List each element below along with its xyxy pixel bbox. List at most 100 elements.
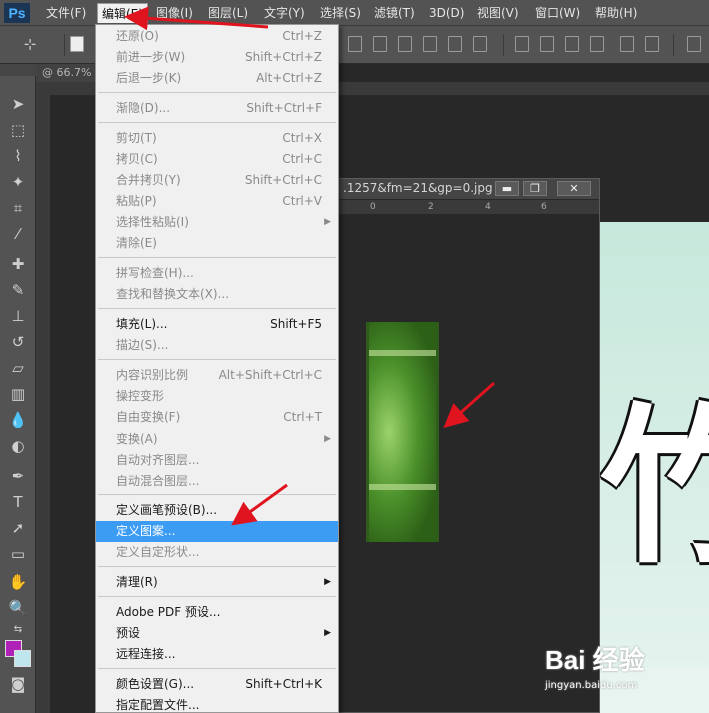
menu-item-auto-blend-layers[interactable]: 自动混合图层...: [96, 471, 338, 492]
shape-tool-icon[interactable]: ▭: [8, 544, 28, 564]
menu-item-define-pattern[interactable]: 定义图案...: [96, 521, 338, 542]
healing-brush-tool-icon[interactable]: ✚: [8, 254, 28, 274]
menu-item-free-transform[interactable]: 自由变换(F) Ctrl+T: [96, 407, 338, 428]
zoom-tool-icon[interactable]: 🔍: [8, 598, 28, 618]
dodge-tool-icon[interactable]: ◐: [8, 436, 28, 456]
menu-item-adobe-pdf-presets[interactable]: Adobe PDF 预设...: [96, 602, 338, 623]
menu-item-spell-check[interactable]: 拼写检查(H)...: [96, 263, 338, 284]
eyedropper-tool-icon[interactable]: ⁄: [8, 224, 28, 244]
menu-item-stroke[interactable]: 描边(S)...: [96, 335, 338, 356]
menu-item-presets[interactable]: 预设 ▶: [96, 623, 338, 644]
menu-item-shortcut: Shift+F5: [270, 317, 322, 331]
auto-select-checkbox[interactable]: [70, 36, 84, 52]
eraser-tool-icon[interactable]: ▱: [8, 358, 28, 378]
lasso-tool-icon[interactable]: ⌇: [8, 146, 28, 166]
menu-item-transform[interactable]: 变换(A) ▶: [96, 429, 338, 450]
menu-item-shortcut: Ctrl+T: [283, 410, 322, 424]
menu-3d[interactable]: 3D(D): [425, 3, 468, 23]
menu-item-fill[interactable]: 填充(L)... Shift+F5: [96, 314, 338, 335]
distribute-right-icon[interactable]: [645, 36, 659, 52]
menu-item-auto-align-layers[interactable]: 自动对齐图层...: [96, 450, 338, 471]
bamboo-image[interactable]: [366, 322, 439, 542]
menu-item-undo[interactable]: 还原(O) Ctrl+Z: [96, 26, 338, 47]
move-tool-preset-icon[interactable]: ⊹: [20, 34, 40, 54]
menu-item-shortcut: Ctrl+Z: [282, 29, 322, 43]
menu-item-clear[interactable]: 清除(E): [96, 233, 338, 254]
floating-document-window[interactable]: .1257&fm=21&gp=0.jpg ▬ ❐ ✕ 0 2 4 6: [338, 178, 600, 713]
menu-image[interactable]: 图像(I): [152, 3, 197, 23]
pen-tool-icon[interactable]: ✒: [8, 466, 28, 486]
menu-type[interactable]: 文字(Y): [260, 3, 309, 23]
distribute-hcenter-icon[interactable]: [620, 36, 634, 52]
align-vcenter-icon[interactable]: [373, 36, 387, 52]
menu-item-step-backward[interactable]: 后退一步(K) Alt+Ctrl+Z: [96, 68, 338, 89]
minimize-button[interactable]: ▬: [495, 181, 519, 196]
menu-item-copy-merged[interactable]: 合并拷贝(Y) Shift+Ctrl+C: [96, 170, 338, 191]
menu-item-assign-profile[interactable]: 指定配置文件...: [96, 695, 338, 713]
distribute-top-icon[interactable]: [515, 36, 529, 52]
panel-grip[interactable]: [0, 64, 36, 76]
quick-mask-icon[interactable]: ◙: [8, 674, 28, 694]
menu-item-label: 还原(O): [116, 29, 159, 43]
menu-help[interactable]: 帮助(H): [591, 3, 641, 23]
menu-item-define-custom-shape[interactable]: 定义自定形状...: [96, 542, 338, 563]
restore-button[interactable]: ❐: [523, 181, 547, 196]
menu-item-label: 拷贝(C): [116, 152, 158, 166]
ruler-tick: 2: [428, 202, 434, 212]
blur-tool-icon[interactable]: 💧: [8, 410, 28, 430]
hand-tool-icon[interactable]: ✋: [8, 572, 28, 592]
distribute-left-icon[interactable]: [590, 36, 604, 52]
auto-align-icon[interactable]: [687, 36, 701, 52]
bamboo-character-artwork: 竹: [600, 392, 709, 582]
align-hcenter-icon[interactable]: [448, 36, 462, 52]
menu-item-define-brush-preset[interactable]: 定义画笔预设(B)...: [96, 500, 338, 521]
menu-item-label: 渐隐(D)...: [116, 101, 171, 115]
crop-tool-icon[interactable]: ⌗: [8, 198, 28, 218]
menu-item-purge[interactable]: 清理(R) ▶: [96, 572, 338, 593]
submenu-arrow-icon: ▶: [324, 434, 331, 444]
menu-select[interactable]: 选择(S): [316, 3, 365, 23]
menu-file[interactable]: 文件(F): [42, 3, 90, 23]
menu-layer[interactable]: 图层(L): [204, 3, 252, 23]
menu-filter[interactable]: 滤镜(T): [370, 3, 419, 23]
history-brush-tool-icon[interactable]: ↺: [8, 332, 28, 352]
distribute-vcenter-icon[interactable]: [540, 36, 554, 52]
menu-item-fade[interactable]: 渐隐(D)... Shift+Ctrl+F: [96, 98, 338, 119]
document-tab[interactable]: @ 66.7%: [36, 64, 96, 82]
document-title-bar[interactable]: .1257&fm=21&gp=0.jpg ▬ ❐ ✕: [339, 179, 599, 199]
menu-item-step-forward[interactable]: 前进一步(W) Shift+Ctrl+Z: [96, 47, 338, 68]
menu-item-find-replace[interactable]: 查找和替换文本(X)...: [96, 284, 338, 305]
background-color-swatch[interactable]: [14, 650, 31, 667]
type-tool-icon[interactable]: T: [8, 492, 28, 512]
menu-item-label: 远程连接...: [116, 647, 176, 661]
marquee-tool-icon[interactable]: ⬚: [8, 120, 28, 140]
swap-colors-icon[interactable]: ⇆: [8, 620, 28, 640]
gradient-tool-icon[interactable]: ▥: [8, 384, 28, 404]
menu-window[interactable]: 窗口(W): [531, 3, 584, 23]
align-top-icon[interactable]: [348, 36, 362, 52]
menu-item-color-settings[interactable]: 颜色设置(G)... Shift+Ctrl+K: [96, 674, 338, 695]
menu-edit[interactable]: 编辑(E): [97, 3, 148, 23]
menu-item-puppet-warp[interactable]: 操控变形: [96, 386, 338, 407]
menu-item-paste[interactable]: 粘贴(P) Ctrl+V: [96, 191, 338, 212]
menu-item-shortcut: Shift+Ctrl+F: [246, 101, 322, 115]
clone-stamp-tool-icon[interactable]: ⊥: [8, 306, 28, 326]
align-right-icon[interactable]: [473, 36, 487, 52]
menu-item-remote-connections[interactable]: 远程连接...: [96, 644, 338, 665]
options-separator: [64, 34, 65, 56]
menu-item-paste-special[interactable]: 选择性粘贴(I) ▶: [96, 212, 338, 233]
close-button[interactable]: ✕: [557, 181, 591, 196]
path-selection-tool-icon[interactable]: ➚: [8, 518, 28, 538]
menu-item-content-aware-scale[interactable]: 内容识别比例 Alt+Shift+Ctrl+C: [96, 365, 338, 386]
menu-item-copy[interactable]: 拷贝(C) Ctrl+C: [96, 149, 338, 170]
align-bottom-icon[interactable]: [398, 36, 412, 52]
menu-item-cut[interactable]: 剪切(T) Ctrl+X: [96, 128, 338, 149]
brush-tool-icon[interactable]: ✎: [8, 280, 28, 300]
photoshop-logo: Ps: [4, 3, 30, 23]
align-left-icon[interactable]: [423, 36, 437, 52]
menu-view[interactable]: 视图(V): [473, 3, 523, 23]
magic-wand-tool-icon[interactable]: ✦: [8, 172, 28, 192]
move-tool-icon[interactable]: ➤: [8, 94, 28, 114]
distribute-bottom-icon[interactable]: [565, 36, 579, 52]
menu-item-label: 填充(L)...: [116, 317, 168, 331]
